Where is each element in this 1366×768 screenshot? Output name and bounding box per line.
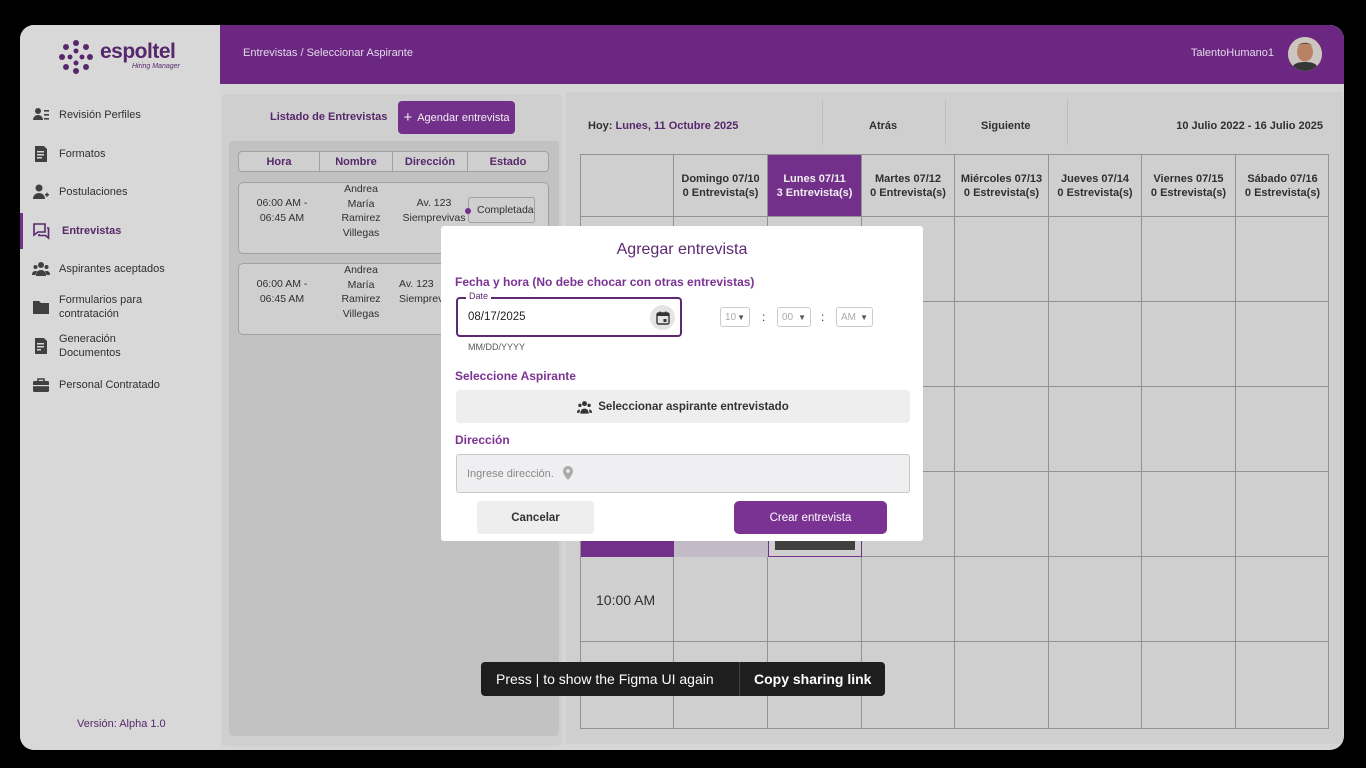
date-format-hint: MM/DD/YYYY [468, 342, 526, 352]
address-input[interactable] [457, 455, 567, 492]
ampm-select[interactable]: AM ▼ [836, 307, 873, 327]
calendar-picker-button[interactable] [650, 305, 675, 330]
group-icon [577, 400, 593, 414]
address-label: Dirección [455, 433, 510, 447]
create-interview-button[interactable]: Crear entrevista [734, 501, 887, 534]
location-pin-icon [563, 466, 573, 480]
date-legend: Date [466, 291, 492, 301]
aspirant-label: Seleccione Aspirante [455, 369, 576, 383]
colon-separator: : [821, 310, 825, 324]
date-value: 08/17/2025 [468, 311, 526, 323]
calendar-icon [655, 311, 670, 325]
cancel-button[interactable]: Cancelar [477, 501, 594, 534]
datetime-label: Fecha y hora (No debe chocar con otras e… [455, 275, 755, 289]
add-interview-modal: Agregar entrevista Fecha y hora (No debe… [441, 226, 923, 541]
chevron-down-icon: ▼ [737, 313, 745, 322]
colon-separator: : [762, 310, 766, 324]
date-field[interactable]: Date 08/17/2025 [456, 291, 682, 337]
figma-toast: Press | to show the Figma UI again Copy … [481, 662, 885, 696]
copy-sharing-link-button[interactable]: Copy sharing link [754, 671, 871, 687]
address-field-wrapper [456, 454, 910, 493]
modal-title: Agregar entrevista [616, 241, 748, 258]
select-aspirant-label: Seleccionar aspirante entrevistado [598, 400, 789, 413]
hour-select[interactable]: 10 ▼ [720, 307, 750, 327]
chevron-down-icon: ▼ [798, 313, 806, 322]
chevron-down-icon: ▼ [860, 313, 868, 322]
select-aspirant-button[interactable]: Seleccionar aspirante entrevistado [456, 390, 910, 423]
minute-select[interactable]: 00 ▼ [777, 307, 811, 327]
toast-divider [739, 662, 740, 696]
toast-message: Press | to show the Figma UI again [496, 671, 714, 687]
